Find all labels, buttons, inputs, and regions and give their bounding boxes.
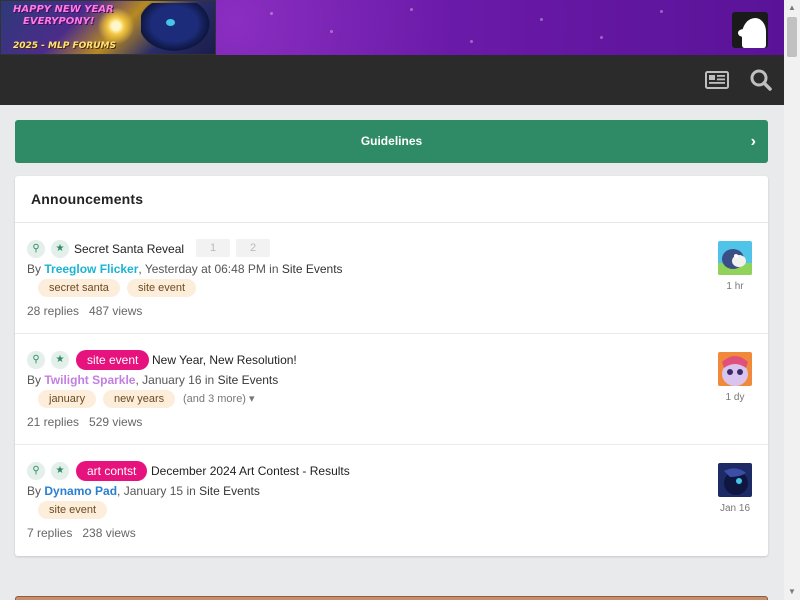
page-scrollbar[interactable]: ▲ ▼ bbox=[784, 0, 800, 600]
announcements-panel: Announcements ⚲ ★ Secret Santa Reveal 1 … bbox=[15, 176, 768, 556]
tag[interactable]: january bbox=[38, 390, 97, 408]
star-icon: ★ bbox=[51, 240, 69, 258]
topic-byline: By Dynamo Pad, January 15 in Site Events bbox=[27, 484, 260, 498]
last-post-time: Jan 16 bbox=[719, 503, 751, 514]
announcements-title: Announcements bbox=[31, 191, 144, 207]
chevron-right-icon: › bbox=[750, 133, 756, 150]
replies-count: 7 replies bbox=[27, 526, 73, 540]
forum-link[interactable]: Site Events bbox=[282, 262, 343, 276]
star-icon: ★ bbox=[51, 462, 69, 480]
logo-text-line2: EVERYPONY! bbox=[23, 16, 95, 27]
site-logo[interactable]: HAPPY NEW YEAR EVERYPONY! 2025 - MLP FOR… bbox=[0, 0, 216, 55]
pin-icon: ⚲ bbox=[27, 462, 45, 480]
replies-count: 28 replies bbox=[27, 304, 80, 318]
replies-count: 21 replies bbox=[27, 415, 80, 429]
scroll-thumb[interactable] bbox=[787, 17, 797, 57]
topic-row: ⚲ ★ Secret Santa Reveal 1 2 By Treeglow … bbox=[15, 223, 768, 334]
logo-text-line3: 2025 - MLP FORUMS bbox=[13, 41, 116, 51]
logo-text-line1: HAPPY NEW YEAR bbox=[13, 4, 114, 15]
guidelines-button[interactable]: Guidelines › bbox=[15, 120, 768, 163]
topic-byline: By Treeglow Flicker, Yesterday at 06:48 … bbox=[27, 262, 343, 276]
pony-mascot bbox=[141, 3, 215, 54]
next-section-header bbox=[15, 596, 768, 600]
page-link[interactable]: 2 bbox=[236, 239, 270, 257]
user-avatar[interactable] bbox=[732, 12, 768, 48]
guidelines-label: Guidelines bbox=[360, 134, 423, 148]
author-link[interactable]: Twilight Sparkle bbox=[44, 373, 135, 387]
tag[interactable]: new years bbox=[103, 390, 176, 408]
author-link[interactable]: Treeglow Flicker bbox=[44, 262, 138, 276]
nav-bar bbox=[0, 55, 784, 105]
topic-title[interactable]: New Year, New Resolution! bbox=[152, 353, 297, 367]
search-icon[interactable] bbox=[749, 69, 773, 91]
topic-stats: 7 replies 238 views bbox=[27, 526, 136, 540]
scroll-down-arrow-icon[interactable]: ▼ bbox=[784, 584, 800, 600]
tag[interactable]: site event bbox=[127, 279, 197, 297]
pin-icon: ⚲ bbox=[27, 240, 45, 258]
topic-title[interactable]: Secret Santa Reveal bbox=[74, 242, 184, 256]
topic-row: ⚲ ★ art contst December 2024 Art Contest… bbox=[15, 445, 768, 556]
tag[interactable]: site event bbox=[38, 501, 108, 519]
last-poster-avatar[interactable] bbox=[718, 463, 752, 497]
pin-icon: ⚲ bbox=[27, 351, 45, 369]
last-poster-avatar[interactable] bbox=[718, 241, 752, 275]
topic-stats: 21 replies 529 views bbox=[27, 415, 142, 429]
last-post-time: 1 dy bbox=[725, 392, 745, 403]
views-count: 529 views bbox=[89, 415, 143, 429]
tag[interactable]: secret santa bbox=[38, 279, 120, 297]
author-link[interactable]: Dynamo Pad bbox=[44, 484, 117, 498]
topic-prefix-badge[interactable]: art contst bbox=[76, 461, 148, 481]
topic-byline: By Twilight Sparkle, January 16 in Site … bbox=[27, 373, 279, 387]
topic-title[interactable]: December 2024 Art Contest - Results bbox=[151, 464, 350, 478]
star-icon: ★ bbox=[51, 351, 69, 369]
topic-stats: 28 replies 487 views bbox=[27, 304, 142, 318]
topic-row: ⚲ ★ site event New Year, New Resolution!… bbox=[15, 334, 768, 445]
last-poster-avatar[interactable] bbox=[718, 352, 752, 386]
site-header: HAPPY NEW YEAR EVERYPONY! 2025 - MLP FOR… bbox=[0, 0, 784, 55]
views-count: 487 views bbox=[89, 304, 143, 318]
forum-link[interactable]: Site Events bbox=[218, 373, 279, 387]
newspaper-icon[interactable] bbox=[705, 69, 729, 91]
last-post-time: 1 hr bbox=[726, 281, 744, 292]
forum-link[interactable]: Site Events bbox=[199, 484, 260, 498]
topic-prefix-badge[interactable]: site event bbox=[76, 350, 150, 370]
more-tags-link[interactable]: (and 3 more) ▾ bbox=[183, 392, 255, 405]
caret-down-icon: ▾ bbox=[249, 393, 255, 405]
page-link[interactable]: 1 bbox=[196, 239, 230, 257]
scroll-up-arrow-icon[interactable]: ▲ bbox=[784, 0, 800, 16]
views-count: 238 views bbox=[82, 526, 136, 540]
